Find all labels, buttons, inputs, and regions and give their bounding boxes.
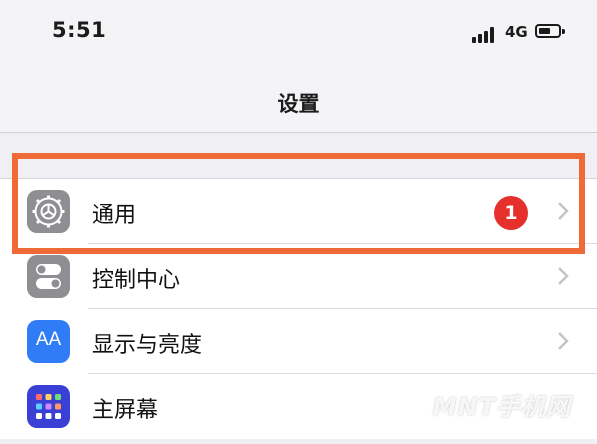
status-time: 5:51 [52,18,107,42]
network-type: 4G [505,23,528,41]
settings-item-label: 显示与亮度 [92,333,203,358]
navigation-bar: 设置 [0,68,597,133]
page-title: 设置 [277,92,320,116]
settings-item-display-brightness[interactable]: AA 显示与亮度 [0,309,597,374]
toggles-icon [27,255,70,298]
icon-text: AA [35,329,62,350]
chevron-right-icon [558,332,569,350]
status-bar: 5:51 4G [0,0,597,68]
text-size-icon: AA [27,320,70,363]
app-grid-icon [27,385,70,428]
chevron-right-icon [558,267,569,285]
watermark: MNT手机网 [432,393,571,421]
battery-tip [562,29,565,34]
cellular-signal-icon [472,25,498,43]
settings-item-label: 控制中心 [92,268,181,293]
highlight-frame [12,153,585,254]
settings-item-label: 主屏幕 [92,398,159,423]
battery-icon [535,24,561,38]
